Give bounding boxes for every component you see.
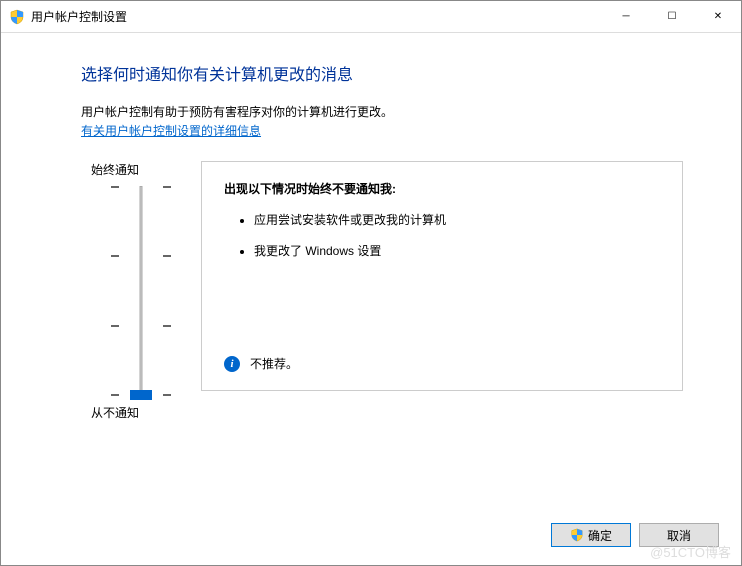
shield-icon <box>9 9 25 25</box>
window-title: 用户帐户控制设置 <box>31 8 127 25</box>
recommendation-text: 不推荐。 <box>250 355 298 372</box>
slider-bottom-label: 从不通知 <box>91 404 139 421</box>
uac-settings-window: 用户帐户控制设置 ─ ☐ ✕ 选择何时通知你有关计算机更改的消息 用户帐户控制有… <box>0 0 742 566</box>
minimize-button[interactable]: ─ <box>603 1 649 32</box>
info-panel: 出现以下情况时始终不要通知我: 应用尝试安装软件或更改我的计算机 我更改了 Wi… <box>201 161 683 391</box>
content-area: 选择何时通知你有关计算机更改的消息 用户帐户控制有助于预防有害程序对你的计算机进… <box>1 33 741 421</box>
notification-slider[interactable] <box>111 186 171 396</box>
slider-thumb[interactable] <box>130 390 152 400</box>
description-text: 用户帐户控制有助于预防有害程序对你的计算机进行更改。 <box>81 103 683 120</box>
shield-icon <box>570 528 584 542</box>
main-area: 始终通知 从不通知 出现以下情况时始终不要通知我: 应用尝试安装软件或更改我的计… <box>81 161 683 421</box>
slider-track-line <box>140 186 143 396</box>
list-item: 应用尝试安装软件或更改我的计算机 <box>254 211 660 228</box>
cancel-button-label: 取消 <box>667 527 691 544</box>
ok-button[interactable]: 确定 <box>551 523 631 547</box>
close-button[interactable]: ✕ <box>695 1 741 32</box>
list-item: 我更改了 Windows 设置 <box>254 242 660 259</box>
page-heading: 选择何时通知你有关计算机更改的消息 <box>81 61 683 85</box>
ok-button-label: 确定 <box>588 527 612 544</box>
titlebar: 用户帐户控制设置 ─ ☐ ✕ <box>1 1 741 33</box>
help-link[interactable]: 有关用户帐户控制设置的详细信息 <box>81 124 261 138</box>
info-title: 出现以下情况时始终不要通知我: <box>224 180 660 197</box>
info-icon: i <box>224 356 240 372</box>
watermark-text: @51CTO博客 <box>650 542 731 561</box>
slider-top-label: 始终通知 <box>91 161 139 178</box>
bullet-list: 应用尝试安装软件或更改我的计算机 我更改了 Windows 设置 <box>224 211 660 259</box>
slider-column: 始终通知 从不通知 <box>81 161 201 421</box>
window-controls: ─ ☐ ✕ <box>603 1 741 32</box>
recommendation-row: i 不推荐。 <box>224 355 298 372</box>
maximize-button[interactable]: ☐ <box>649 1 695 32</box>
